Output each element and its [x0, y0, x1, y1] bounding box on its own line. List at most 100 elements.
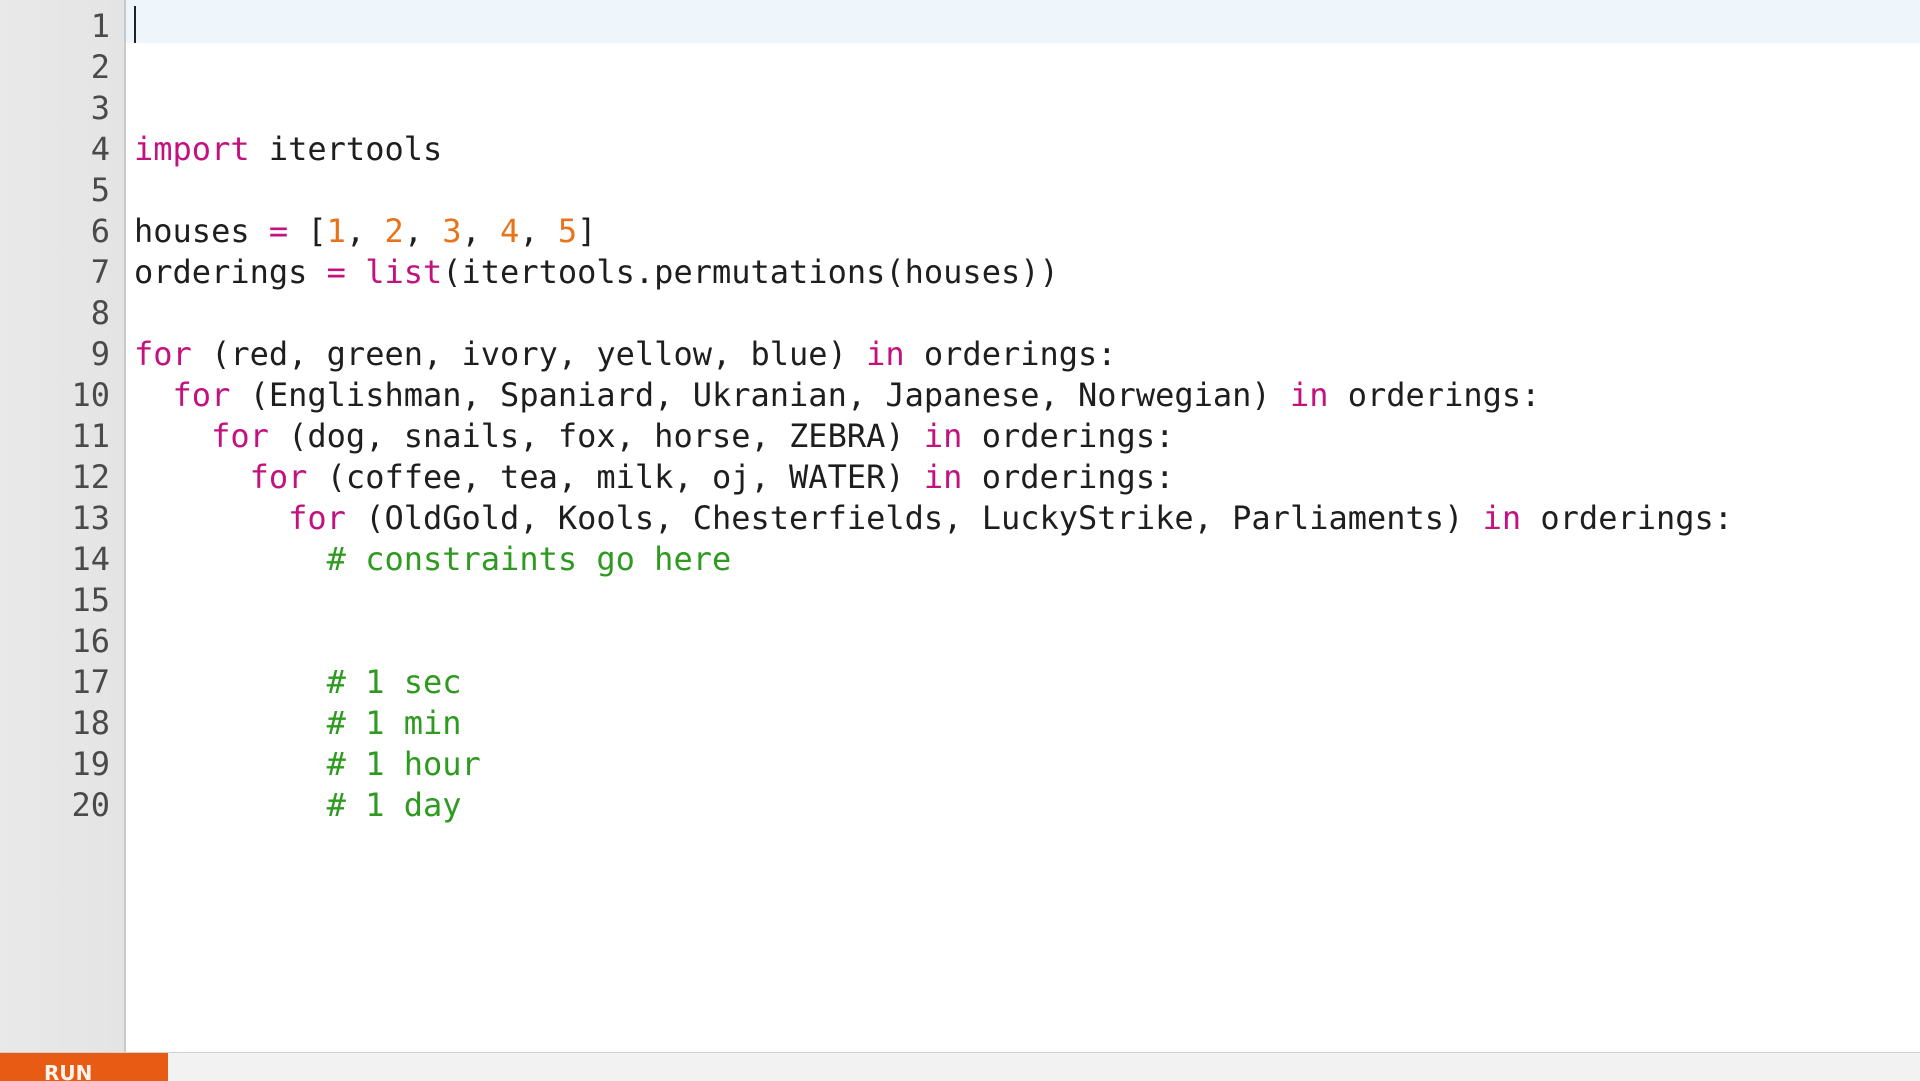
code-token: (Englishman, Spaniard, Ukranian, Japanes…	[230, 376, 1290, 414]
code-token: in	[923, 417, 963, 455]
code-line[interactable]: for (Englishman, Spaniard, Ukranian, Jap…	[134, 375, 1920, 416]
line-number: 15	[71, 581, 110, 619]
code-token: orderings:	[962, 458, 1175, 496]
line-number: 8	[90, 294, 110, 332]
code-token: (OldGold, Kools, Chesterfields, LuckyStr…	[345, 499, 1483, 537]
code-token: for	[249, 458, 308, 496]
code-token: 3	[442, 212, 462, 250]
code-line[interactable]	[134, 293, 1920, 334]
code-token: for	[172, 376, 231, 414]
code-token: =	[268, 212, 289, 250]
line-number: 5	[90, 171, 110, 209]
code-token: # constraints go here	[326, 540, 732, 578]
line-number: 1	[90, 7, 110, 45]
code-token: ,	[519, 212, 558, 250]
bottom-toolbar: RUN	[0, 1052, 1920, 1081]
code-token: houses	[134, 212, 269, 250]
line-number: 14	[71, 540, 110, 578]
code-token: 1	[326, 212, 346, 250]
code-area[interactable]: import itertools houses = [1, 2, 3, 4, 5…	[134, 6, 1920, 826]
line-number: 6	[90, 212, 110, 250]
code-token: itertools	[249, 130, 443, 168]
line-number: 17	[71, 663, 110, 701]
code-token: orderings	[134, 253, 327, 291]
line-number: 3	[90, 89, 110, 127]
code-token: ,	[345, 212, 385, 250]
code-token: 5	[557, 212, 578, 250]
line-number: 12	[71, 458, 110, 496]
line-number: 13	[71, 499, 110, 537]
code-token: for	[134, 335, 192, 373]
code-line[interactable]: for (dog, snails, fox, horse, ZEBRA) in …	[134, 416, 1920, 457]
line-numbers: 1 2 3 4 5 6 7 8 9 10 11 12 13 14 15 16 1…	[0, 6, 110, 826]
code-line[interactable]: for (coffee, tea, milk, oj, WATER) in or…	[134, 457, 1920, 498]
code-token: orderings:	[904, 335, 1117, 373]
code-token: # 1 hour	[326, 745, 481, 783]
code-line[interactable]: # 1 min	[134, 703, 1920, 744]
code-token: (red, green, ivory, yellow, blue)	[191, 335, 867, 373]
code-line[interactable]: # 1 day	[134, 785, 1920, 826]
code-token: 4	[500, 212, 520, 250]
code-token: [	[288, 212, 327, 250]
code-token: (dog, snails, fox, horse, ZEBRA)	[268, 417, 924, 455]
line-number: 16	[71, 622, 110, 660]
code-line[interactable]: for (red, green, ivory, yellow, blue) in…	[134, 334, 1920, 375]
code-line[interactable]: # constraints go here	[134, 539, 1920, 580]
line-number: 2	[90, 48, 110, 86]
code-line[interactable]	[134, 621, 1920, 662]
code-token: # 1 sec	[326, 663, 462, 701]
code-token: for	[288, 499, 346, 537]
line-number: 11	[71, 417, 110, 455]
code-token: (coffee, tea, milk, oj, WATER)	[307, 458, 924, 496]
code-token: in	[1289, 376, 1329, 414]
line-number: 19	[71, 745, 110, 783]
code-line[interactable]: orderings = list(itertools.permutations(…	[134, 252, 1920, 293]
run-button[interactable]: RUN	[0, 1053, 168, 1081]
code-line[interactable]	[134, 580, 1920, 621]
line-number: 9	[90, 335, 110, 373]
line-number: 4	[90, 130, 110, 168]
code-token: # 1 day	[326, 786, 462, 824]
code-line[interactable]: # 1 hour	[134, 744, 1920, 785]
code-line[interactable]: for (OldGold, Kools, Chesterfields, Luck…	[134, 498, 1920, 539]
line-number: 7	[90, 253, 110, 291]
code-token: ,	[403, 212, 443, 250]
code-token: orderings:	[1328, 376, 1541, 414]
code-line[interactable]: import itertools	[134, 129, 1920, 170]
text-cursor	[134, 6, 136, 43]
code-token: ]	[577, 212, 597, 250]
code-token: =	[326, 253, 346, 291]
line-number: 20	[71, 786, 110, 824]
code-token: list	[365, 253, 443, 291]
code-line[interactable]	[134, 6, 1920, 47]
code-token: for	[211, 417, 269, 455]
code-token: import	[134, 130, 250, 168]
line-number: 10	[71, 376, 110, 414]
code-token: orderings:	[1521, 499, 1734, 537]
code-line[interactable]	[134, 47, 1920, 88]
line-number-gutter: 1 2 3 4 5 6 7 8 9 10 11 12 13 14 15 16 1…	[0, 0, 126, 1052]
code-token: ,	[461, 212, 501, 250]
code-token: (itertools.permutations(houses))	[442, 253, 1059, 291]
code-token: orderings:	[962, 417, 1175, 455]
code-line[interactable]	[134, 170, 1920, 211]
code-token: in	[923, 458, 963, 496]
code-editor[interactable]: 1 2 3 4 5 6 7 8 9 10 11 12 13 14 15 16 1…	[0, 0, 1920, 1052]
code-token: 2	[384, 212, 404, 250]
code-line[interactable]	[134, 88, 1920, 129]
code-line[interactable]: houses = [1, 2, 3, 4, 5]	[134, 211, 1920, 252]
code-token: # 1 min	[326, 704, 462, 742]
code-line[interactable]: # 1 sec	[134, 662, 1920, 703]
code-token: in	[1482, 499, 1522, 537]
line-number: 18	[71, 704, 110, 742]
code-token: in	[866, 335, 905, 373]
